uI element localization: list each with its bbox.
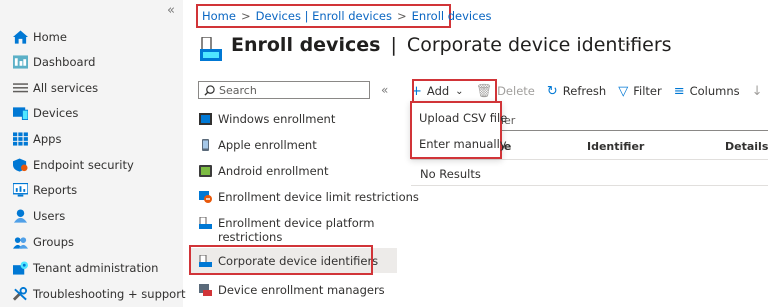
shield-icon <box>13 158 28 172</box>
phone-icon <box>202 139 209 151</box>
column-header-identifier[interactable]: Identifier <box>587 140 644 153</box>
subnav-label: Windows enrollment <box>218 112 336 126</box>
list-icon <box>13 83 28 93</box>
nav-item-apps[interactable]: Apps <box>0 127 183 151</box>
nav-label: Devices <box>33 106 79 120</box>
limit-restrictions-icon <box>199 191 212 203</box>
export-button[interactable]: ↓ <box>752 84 768 99</box>
collapse-nav-button[interactable]: « <box>167 3 175 18</box>
nav-item-home[interactable]: Home <box>0 25 183 49</box>
apps-icon <box>13 132 28 146</box>
filter-underline <box>494 130 768 131</box>
nav-label: Dashboard <box>33 55 96 69</box>
subnav-label: Android enrollment <box>218 164 329 178</box>
header-divider <box>411 159 768 160</box>
enroll-devices-icon <box>200 37 222 61</box>
add-button-highlight <box>412 79 497 102</box>
page-title-separator: | <box>390 34 397 56</box>
nav-item-devices[interactable]: Devices <box>0 101 183 125</box>
nav-item-endpoint-security[interactable]: Endpoint security <box>0 153 183 177</box>
page-title-main: Enroll devices <box>231 34 381 56</box>
nav-label: Apps <box>33 132 62 146</box>
delete-label: Delete <box>497 84 535 98</box>
subnav-label-line2: restrictions <box>218 230 283 244</box>
breadcrumb-separator: > <box>240 9 251 23</box>
filter-icon: ▽ <box>618 83 629 99</box>
nav-label: Tenant administration <box>33 261 159 275</box>
nav-label: Users <box>33 209 66 223</box>
nav-label: Groups <box>33 235 75 249</box>
no-results-text: No Results <box>420 167 481 181</box>
refresh-label: Refresh <box>562 84 607 98</box>
filter-label: Filter <box>633 84 662 98</box>
subnav-item-apple-enrollment[interactable]: Apple enrollment <box>190 136 397 154</box>
menu-item-enter-manually[interactable]: Enter manually <box>419 137 507 151</box>
breadcrumb-devices-enroll[interactable]: Devices | Enroll devices <box>256 9 392 23</box>
platform-restrictions-icon <box>199 217 212 229</box>
collapse-subnav-button[interactable]: « <box>381 83 388 97</box>
nav-item-tenant-administration[interactable]: Tenant administration <box>0 256 183 280</box>
devices-icon <box>13 107 28 120</box>
menu-item-upload-csv-file[interactable]: Upload CSV file <box>419 111 507 125</box>
breadcrumb-home[interactable]: Home <box>202 9 236 23</box>
more-options-button[interactable]: ··· <box>622 38 637 53</box>
nav-item-dashboard[interactable]: Dashboard <box>0 50 183 74</box>
search-icon <box>204 85 215 96</box>
reports-icon <box>13 183 28 197</box>
nav-item-all-services[interactable]: All services <box>0 76 183 100</box>
breadcrumb: Home > Devices | Enroll devices > Enroll… <box>196 4 492 28</box>
nav-item-groups[interactable]: Groups <box>0 230 183 254</box>
enrollment-managers-icon <box>199 284 212 296</box>
columns-icon: ≡ <box>673 83 685 99</box>
subnav-search-input[interactable]: Search <box>198 81 370 99</box>
tenant-admin-icon <box>13 261 28 275</box>
home-icon <box>13 30 28 44</box>
add-dropdown-menu: Upload CSV file Enter manually <box>410 101 507 159</box>
subnav-item-android-enrollment[interactable]: Android enrollment <box>190 162 397 180</box>
groups-icon <box>13 237 28 249</box>
subnav-label: Apple enrollment <box>218 138 317 152</box>
column-header-details[interactable]: Details <box>725 140 768 153</box>
subnav-label: Enrollment device limit restrictions <box>218 190 419 204</box>
filter-button[interactable]: ▽ Filter <box>618 84 661 99</box>
columns-button[interactable]: ≡ Columns <box>674 84 740 99</box>
breadcrumb-enroll-devices[interactable]: Enroll devices <box>412 9 492 23</box>
nav-item-users[interactable]: Users <box>0 204 183 228</box>
nav-label: Troubleshooting + support <box>33 287 186 301</box>
subnav-item-enrollment-device-limit-restrictions[interactable]: Enrollment device limit restrictions <box>190 188 419 206</box>
subnav-item-windows-enrollment[interactable]: Windows enrollment <box>190 110 397 128</box>
nav-item-reports[interactable]: Reports <box>0 178 183 202</box>
nav-label: All services <box>33 81 99 95</box>
nav-item-troubleshooting-support[interactable]: Troubleshooting + support <box>0 282 186 306</box>
subnav-label: Device enrollment managers <box>218 283 385 297</box>
search-placeholder: Search <box>219 83 257 97</box>
subnav-item-device-enrollment-managers[interactable]: Device enrollment managers <box>190 281 397 299</box>
page-title: Enroll devices | Corporate device identi… <box>231 34 672 56</box>
breadcrumb-separator: > <box>397 9 407 23</box>
columns-label: Columns <box>689 84 740 98</box>
nav-label: Reports <box>33 183 78 197</box>
dashboard-icon <box>13 55 28 69</box>
download-icon: ↓ <box>751 83 763 99</box>
nav-label: Endpoint security <box>33 158 134 172</box>
wrench-icon <box>13 287 28 301</box>
refresh-button[interactable]: ↻ Refresh <box>547 84 606 99</box>
refresh-icon: ↻ <box>546 83 558 99</box>
user-icon <box>13 209 28 223</box>
android-device-icon <box>199 165 212 177</box>
selected-item-highlight <box>189 245 373 275</box>
row-divider <box>411 185 768 186</box>
windows-icon <box>199 113 212 125</box>
nav-label: Home <box>33 30 67 44</box>
subnav-item-enrollment-device-platform-restrictions[interactable]: Enrollment device platform restrictions <box>190 214 397 246</box>
